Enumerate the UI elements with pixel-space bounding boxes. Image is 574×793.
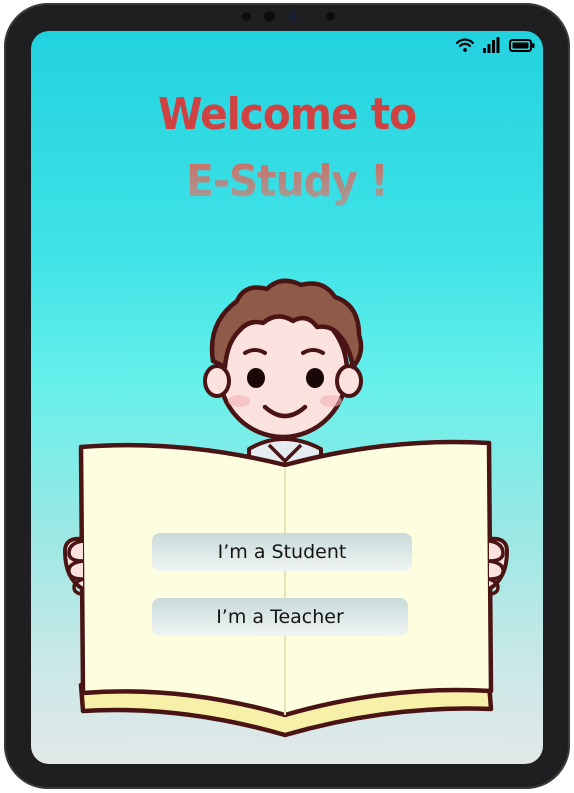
front-camera-array bbox=[234, 10, 344, 24]
camera-lens bbox=[264, 11, 275, 22]
app-screen: Welcome to E-Study ! I’m a Student I’m a… bbox=[31, 31, 543, 764]
sensor-dot bbox=[326, 12, 335, 21]
boy-left-hand bbox=[63, 536, 85, 596]
teacher-role-button[interactable]: I’m a Teacher bbox=[152, 598, 408, 636]
camera-lens bbox=[288, 12, 297, 21]
boy-right-hand bbox=[487, 536, 509, 596]
open-book bbox=[78, 439, 494, 738]
student-role-button[interactable]: I’m a Student bbox=[152, 533, 412, 571]
sensor-dot bbox=[242, 12, 251, 21]
boy-head bbox=[203, 278, 364, 440]
boy-holding-book-illustration bbox=[63, 278, 509, 738]
